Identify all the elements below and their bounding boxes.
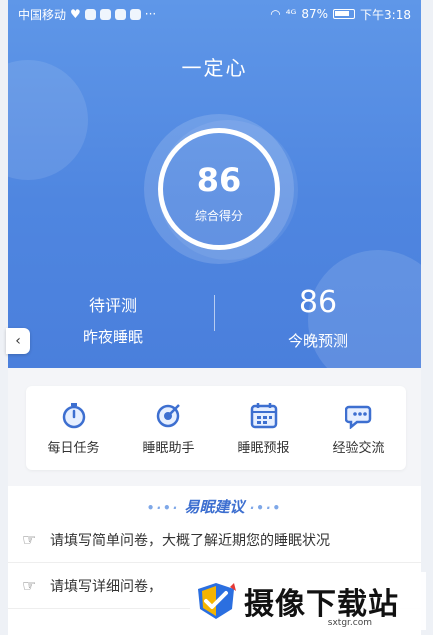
pointing-hand-icon: ☞ bbox=[22, 530, 37, 549]
feature-label: 睡眠预报 bbox=[237, 440, 290, 456]
tonight-forecast[interactable]: 86 今晚预测 bbox=[258, 285, 378, 351]
watermark-text: 摄像下载站 bbox=[244, 587, 399, 622]
app-notification-icon bbox=[99, 8, 111, 20]
advice-item[interactable]: ☞ 请填写简单问卷，大概了解近期您的睡眠状况 bbox=[8, 517, 421, 563]
score-label: 综合得分 bbox=[194, 209, 243, 223]
battery-icon bbox=[333, 9, 356, 19]
advice-text: 请填写详细问卷， bbox=[50, 578, 162, 595]
decor-dots: ·•·• bbox=[249, 501, 283, 515]
advice-heading: •·•· 易眠建议 ·•·• bbox=[8, 496, 421, 517]
app-screen: 中国移动 ♥ ··· ◠ ⁴ᴳ 87% 下午3:18 一定心 86 综合得分 待… bbox=[8, 0, 421, 635]
divider bbox=[214, 295, 215, 331]
feature-label: 睡眠助手 bbox=[142, 440, 195, 456]
last-night-label: 昨夜睡眠 bbox=[82, 328, 143, 346]
carrier-name: 中国移动 bbox=[18, 7, 67, 22]
app-notification-icon bbox=[84, 8, 96, 20]
feature-daily-tasks[interactable]: 每日任务 bbox=[34, 401, 114, 456]
advice-title: 易眠建议 bbox=[184, 498, 245, 516]
battery-percent: 87% bbox=[301, 7, 329, 21]
page-title: 一定心 bbox=[181, 56, 248, 80]
tonight-label: 今晚预测 bbox=[287, 332, 348, 350]
calendar-icon bbox=[250, 402, 277, 428]
feature-menu: 每日任务 睡眠助手 睡眠预报 经验交流 bbox=[26, 386, 406, 470]
feature-sleep-forecast[interactable]: 睡眠预报 bbox=[224, 401, 304, 456]
decor-dots: •·•· bbox=[146, 501, 180, 515]
score-header: 中国移动 ♥ ··· ◠ ⁴ᴳ 87% 下午3:18 一定心 86 综合得分 待… bbox=[8, 0, 421, 368]
watermark-logo-icon bbox=[198, 583, 236, 619]
watermark: 摄像下载站 sxtgr.com bbox=[190, 572, 426, 630]
stopwatch-icon bbox=[62, 402, 85, 428]
chat-icon bbox=[344, 405, 371, 429]
last-night-value: 待评测 bbox=[88, 296, 137, 315]
clock: 下午3:18 bbox=[360, 7, 411, 22]
more-notifications: ··· bbox=[144, 7, 157, 21]
status-bar: 中国移动 ♥ ··· ◠ ⁴ᴳ 87% 下午3:18 bbox=[8, 0, 421, 28]
feature-label: 每日任务 bbox=[47, 440, 100, 456]
app-notification-icon bbox=[114, 8, 126, 20]
last-night-sleep[interactable]: 待评测 昨夜睡眠 bbox=[58, 292, 168, 347]
feature-experience-exchange[interactable]: 经验交流 bbox=[319, 401, 399, 456]
score-value: 86 bbox=[196, 161, 242, 199]
wifi-icon: ◠ bbox=[270, 7, 281, 21]
target-icon bbox=[156, 403, 180, 427]
chevron-left-icon: ‹ bbox=[15, 333, 21, 349]
feature-label: 经验交流 bbox=[332, 440, 385, 456]
back-arrow-button[interactable]: ‹ bbox=[6, 328, 30, 354]
signal-icon: ⁴ᴳ bbox=[285, 7, 297, 21]
heart-icon: ♥ bbox=[70, 7, 81, 21]
advice-text: 请填写简单问卷，大概了解近期您的睡眠状况 bbox=[50, 532, 330, 549]
app-notification-icon bbox=[129, 8, 141, 20]
tonight-value: 86 bbox=[298, 285, 338, 320]
feature-sleep-assistant[interactable]: 睡眠助手 bbox=[129, 401, 209, 456]
pointing-hand-icon: ☞ bbox=[22, 576, 37, 595]
watermark-site: sxtgr.com bbox=[327, 618, 372, 628]
score-circle[interactable]: 86 综合得分 bbox=[158, 128, 280, 250]
